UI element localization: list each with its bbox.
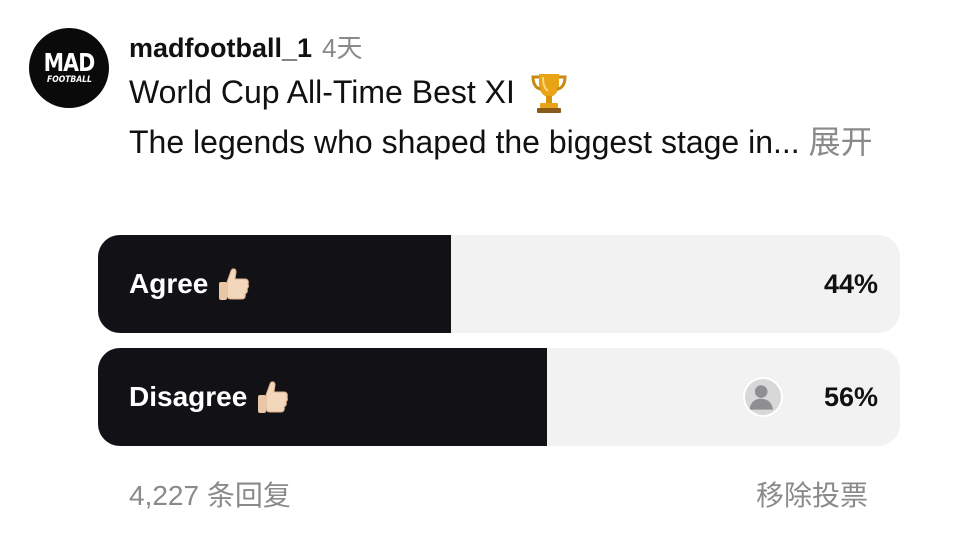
reply-count-link[interactable]: 4,227 条回复 — [129, 474, 291, 514]
post-title: World Cup All-Time Best XI — [129, 73, 515, 110]
poll-option-label: Disagree — [129, 381, 248, 412]
post-description: The legends who shaped the biggest stage… — [129, 121, 929, 163]
poll-option-label-wrap: Disagree — [129, 348, 291, 446]
thumbs-up-icon — [258, 381, 289, 413]
post-description-text: The legends who shaped the biggest stage… — [129, 124, 800, 160]
poll-option-agree[interactable]: Agree 44% — [98, 235, 900, 333]
expand-link[interactable]: 展开 — [809, 124, 873, 160]
poll-option-label-wrap: Agree — [129, 235, 252, 333]
avatar-logo-top: MAD — [43, 47, 96, 77]
voter-avatar-icon — [743, 377, 783, 417]
thumbs-up-icon — [219, 268, 250, 300]
poll-option-label: Agree — [129, 268, 209, 299]
avatar-logo-bottom: FOOTBALL — [46, 74, 92, 85]
remove-vote-button[interactable]: 移除投票 — [756, 474, 868, 514]
post-timestamp: 4天 — [322, 33, 363, 63]
post-header: madfootball_1 4天 — [129, 28, 363, 64]
post-title-line: World Cup All-Time Best XI — [129, 70, 569, 114]
poll-option-percent: 44% — [823, 268, 878, 299]
poll-option-disagree[interactable]: Disagree 56% — [98, 348, 900, 446]
poll-option-percent: 56% — [823, 381, 878, 412]
username-link[interactable]: madfootball_1 — [129, 33, 312, 64]
trophy-icon — [531, 74, 567, 113]
account-avatar[interactable]: MAD FOOTBALL — [29, 28, 109, 108]
thread-post: MAD FOOTBALL madfootball_1 4天 World Cup … — [0, 0, 960, 546]
